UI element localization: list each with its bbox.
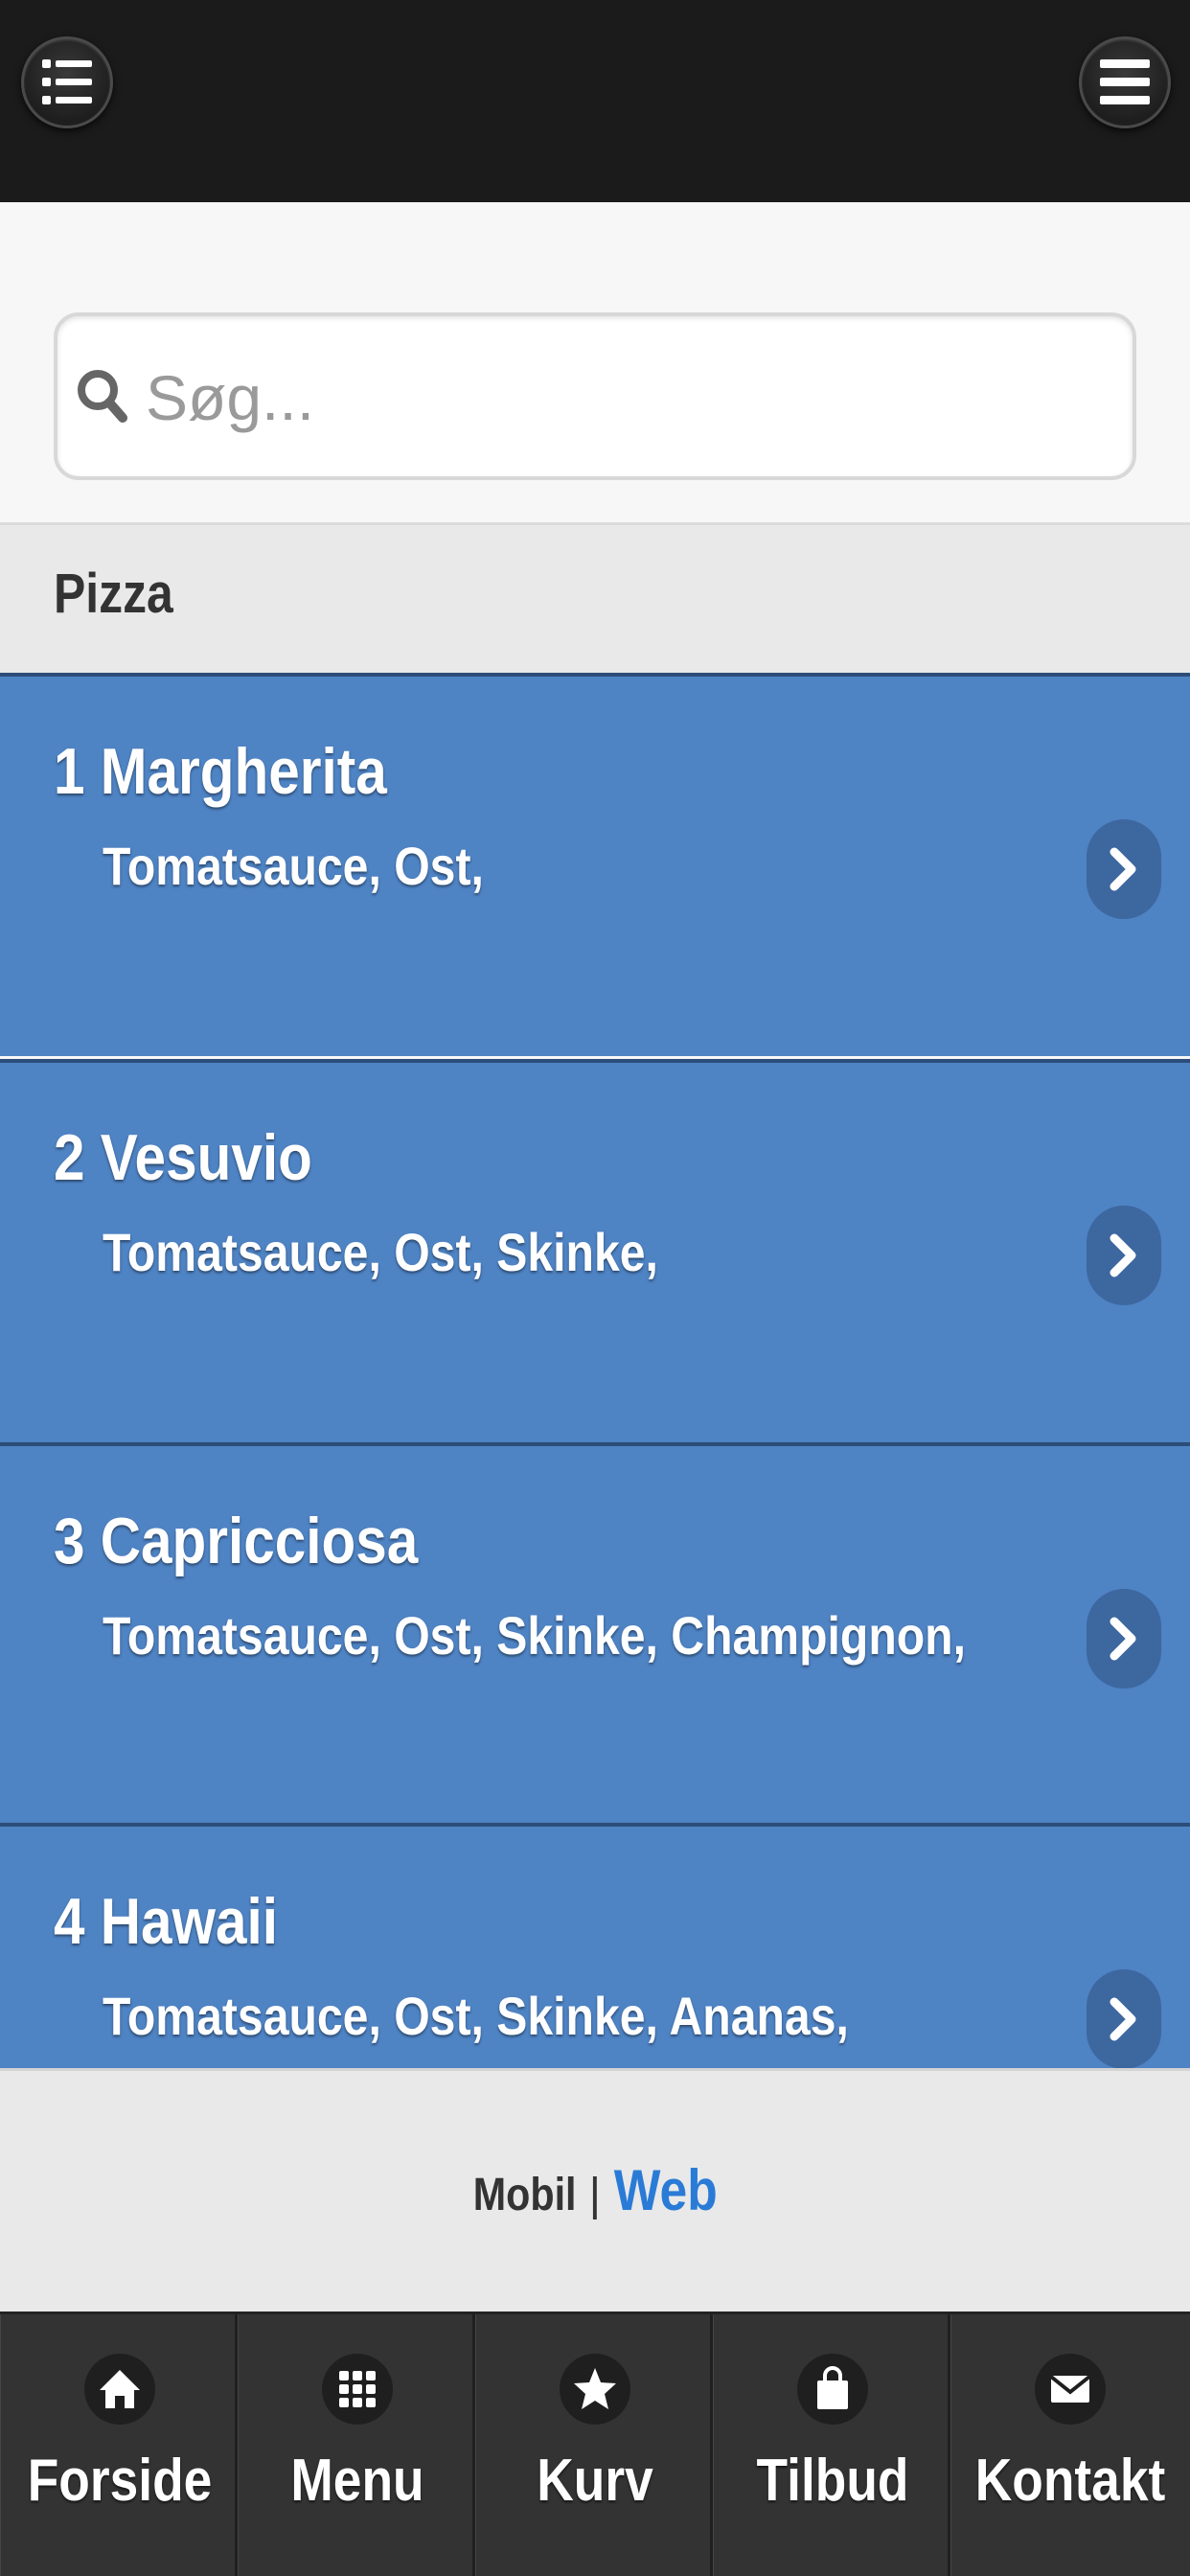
mobile-label: Mobil xyxy=(472,2170,577,2220)
search-icon xyxy=(78,370,127,423)
bottom-tab-bar: Forside Menu Kurv Tilbud Kontakt xyxy=(0,2312,1190,2576)
footer-separator: | xyxy=(588,2170,602,2220)
item-ingredients: Tomatsauce, Ost, xyxy=(103,836,484,896)
chevron-right-icon[interactable] xyxy=(1087,1206,1161,1305)
list-icon xyxy=(42,59,92,104)
item-title: 3 Capricciosa xyxy=(54,1505,419,1577)
tab-label: Forside xyxy=(27,2448,213,2514)
tab-label: Tilbud xyxy=(756,2448,909,2514)
category-divider: Pizza xyxy=(0,522,1190,673)
tab-label: Kontakt xyxy=(974,2448,1166,2514)
search-input[interactable] xyxy=(146,345,1104,450)
menu-button[interactable] xyxy=(1079,36,1171,128)
list-item[interactable]: 1 Margherita Tomatsauce, Ost, xyxy=(0,673,1190,1056)
home-icon xyxy=(84,2354,155,2425)
tab-kontakt[interactable]: Kontakt xyxy=(950,2314,1190,2576)
list-item[interactable]: 3 Capricciosa Tomatsauce, Ost, Skinke, C… xyxy=(0,1442,1190,1826)
chevron-right-icon[interactable] xyxy=(1087,1589,1161,1689)
item-title: 1 Margherita xyxy=(54,735,387,808)
tab-kurv[interactable]: Kurv xyxy=(475,2314,713,2576)
footer: Mobil | Web xyxy=(0,2068,1190,2312)
site-version-links: Mobil | Web xyxy=(0,2157,1190,2223)
hamburger-menu-icon xyxy=(1100,59,1150,104)
star-icon xyxy=(560,2354,630,2425)
item-ingredients: Tomatsauce, Ost, Skinke, Champignon, xyxy=(103,1605,966,1666)
web-link[interactable]: Web xyxy=(613,2157,717,2223)
list-item[interactable]: 4 Hawaii Tomatsauce, Ost, Skinke, Ananas… xyxy=(0,1823,1190,2068)
pizza-list: 1 Margherita Tomatsauce, Ost, 2 Vesuvio … xyxy=(0,673,1190,2068)
grid-icon xyxy=(322,2354,393,2425)
search-box[interactable] xyxy=(54,312,1136,480)
item-ingredients: Tomatsauce, Ost, Skinke, xyxy=(103,1222,658,1282)
tab-forside[interactable]: Forside xyxy=(0,2314,238,2576)
chevron-right-icon[interactable] xyxy=(1087,1969,1161,2068)
header-bar xyxy=(0,0,1190,202)
chevron-right-icon[interactable] xyxy=(1087,819,1161,919)
tab-label: Kurv xyxy=(537,2448,653,2514)
shopping-bag-icon xyxy=(797,2354,868,2425)
search-section xyxy=(0,202,1190,522)
envelope-icon xyxy=(1035,2354,1106,2425)
item-ingredients: Tomatsauce, Ost, Skinke, Ananas, xyxy=(103,1986,849,2046)
list-button[interactable] xyxy=(21,36,113,128)
tab-tilbud[interactable]: Tilbud xyxy=(713,2314,950,2576)
category-label: Pizza xyxy=(54,563,173,625)
tab-menu[interactable]: Menu xyxy=(238,2314,475,2576)
item-title: 4 Hawaii xyxy=(54,1885,279,1958)
item-title: 2 Vesuvio xyxy=(54,1121,312,1194)
tab-label: Menu xyxy=(290,2448,424,2514)
list-item[interactable]: 2 Vesuvio Tomatsauce, Ost, Skinke, xyxy=(0,1059,1190,1442)
